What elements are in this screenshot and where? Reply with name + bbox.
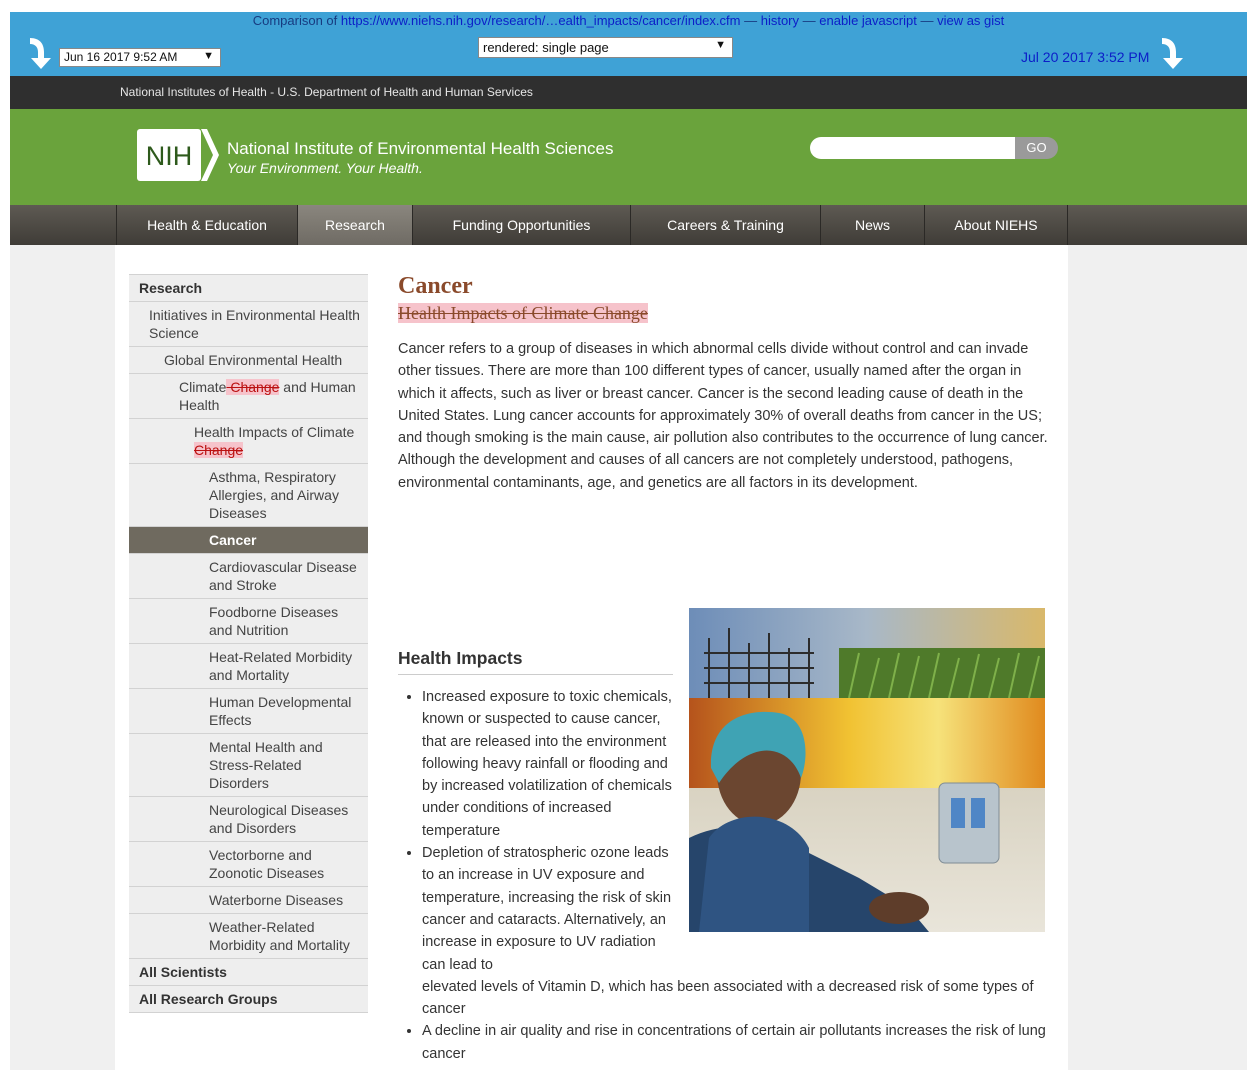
- list-item-text: Increased exposure to toxic chemicals, k…: [422, 689, 672, 839]
- left-date-select[interactable]: Jun 16 2017 9:52 AM ▼: [59, 48, 221, 67]
- sidebar-item-research[interactable]: Research: [129, 274, 368, 302]
- deleted-text: Change: [226, 379, 280, 395]
- nih-logo-text: NIH: [146, 141, 193, 171]
- site-tagline: Your Environment. Your Health.: [227, 160, 423, 176]
- sidebar-item-label: Health Impacts of Climate: [194, 424, 355, 440]
- sidebar-item-weather-related[interactable]: Weather-Related Morbidity and Mortality: [129, 914, 368, 959]
- nav-about-niehs[interactable]: About NIEHS: [925, 205, 1068, 245]
- sidebar-item-health-impacts[interactable]: Health Impacts of Climate Change: [129, 419, 368, 464]
- history-link[interactable]: history: [761, 13, 799, 28]
- nav-health-education[interactable]: Health & Education: [116, 205, 298, 245]
- view-as-gist-link[interactable]: view as gist: [937, 13, 1004, 28]
- search-input[interactable]: [810, 137, 1015, 159]
- list-item: Increased exposure to toxic chemicals, k…: [422, 686, 1048, 842]
- intro-paragraph: Cancer refers to a group of diseases in …: [398, 341, 1048, 491]
- sidebar-item-foodborne[interactable]: Foodborne Diseases and Nutrition: [129, 599, 368, 644]
- chevron-down-icon: ▼: [715, 39, 726, 51]
- deleted-text: Health Impacts of Climate Change: [398, 303, 648, 323]
- sidebar-item-all-scientists[interactable]: All Scientists: [129, 959, 368, 986]
- sidebar-item-cancer[interactable]: Cancer: [129, 527, 368, 554]
- chevron-down-icon: ▼: [203, 50, 214, 62]
- sidebar-nav: Research Initiatives in Environmental He…: [129, 274, 368, 1013]
- nav-funding-opportunities[interactable]: Funding Opportunities: [413, 205, 631, 245]
- next-version-arrow-icon[interactable]: [1156, 36, 1186, 70]
- hhs-bar: National Institutes of Health - U.S. Dep…: [10, 76, 1247, 109]
- hhs-text[interactable]: National Institutes of Health - U.S. Dep…: [120, 85, 533, 99]
- list-item-text: A decline in air quality and rise in con…: [422, 1023, 1046, 1062]
- sidebar-item-mental-health[interactable]: Mental Health and Stress-Related Disorde…: [129, 734, 368, 797]
- health-impacts-heading: Health Impacts: [398, 648, 673, 675]
- comparison-header: Comparison of https://www.niehs.nih.gov/…: [10, 13, 1247, 28]
- sidebar-item-waterborne[interactable]: Waterborne Diseases: [129, 887, 368, 914]
- deleted-text: Change: [194, 442, 244, 458]
- comparison-prefix: Comparison of: [252, 13, 338, 28]
- sidebar-item-heat-related[interactable]: Heat-Related Morbidity and Mortality: [129, 644, 368, 689]
- left-date-value: Jun 16 2017 9:52 AM: [64, 50, 178, 64]
- main-article: Cancer Health Impacts of Climate Change …: [398, 271, 1048, 1062]
- enable-javascript-link[interactable]: enable javascript: [819, 13, 917, 28]
- list-item-text: Depletion of stratospheric ozone leads t…: [422, 845, 672, 973]
- separator: —: [744, 13, 758, 28]
- separator: —: [802, 13, 816, 28]
- sidebar-item-neurological[interactable]: Neurological Diseases and Disorders: [129, 797, 368, 842]
- page-title: Cancer: [398, 273, 473, 299]
- separator: —: [920, 13, 934, 28]
- health-impacts-list: Increased exposure to toxic chemicals, k…: [398, 686, 1048, 1065]
- sidebar-item-human-developmental[interactable]: Human Developmental Effects: [129, 689, 368, 734]
- sidebar-item-climate-and-human-health[interactable]: Climate Change and Human Health: [129, 374, 368, 419]
- search-go-button[interactable]: GO: [1015, 137, 1058, 159]
- nav-careers-training[interactable]: Careers & Training: [631, 205, 821, 245]
- sidebar-item-global-environmental-health[interactable]: Global Environmental Health: [129, 347, 368, 374]
- list-item: A decline in air quality and rise in con…: [422, 1020, 1048, 1065]
- render-mode-value: rendered: single page: [483, 40, 609, 55]
- sidebar-item-cardiovascular[interactable]: Cardiovascular Disease and Stroke: [129, 554, 368, 599]
- site-title[interactable]: National Institute of Environmental Heal…: [227, 139, 613, 159]
- deleted-subtitle: Health Impacts of Climate Change: [398, 302, 1048, 324]
- browser-frame: Comparison of https://www.niehs.nih.gov/…: [10, 12, 1247, 1070]
- nav-research[interactable]: Research: [298, 205, 413, 245]
- sidebar-item-initiatives[interactable]: Initiatives in Environmental Health Scie…: [129, 302, 368, 347]
- render-mode-select[interactable]: rendered: single page ▼: [478, 37, 733, 58]
- sidebar-item-label: Climate: [179, 379, 227, 395]
- previous-version-arrow-icon[interactable]: [24, 36, 54, 70]
- right-date-link[interactable]: Jul 20 2017 3:52 PM: [1021, 49, 1149, 65]
- page-content: Research Initiatives in Environmental He…: [115, 245, 1068, 1070]
- sidebar-item-asthma[interactable]: Asthma, Respiratory Allergies, and Airwa…: [129, 464, 368, 527]
- list-item-text: elevated levels of Vitamin D, which has …: [422, 978, 1034, 1018]
- sidebar-item-vectorborne[interactable]: Vectorborne and Zoonotic Diseases: [129, 842, 368, 887]
- sidebar-item-all-research-groups[interactable]: All Research Groups: [129, 986, 368, 1013]
- page-url-link[interactable]: https://www.niehs.nih.gov/research/…ealt…: [341, 13, 741, 28]
- nih-logo[interactable]: NIH: [137, 129, 219, 181]
- main-nav: Health & Education Research Funding Oppo…: [10, 205, 1247, 245]
- list-item: Depletion of stratospheric ozone leads t…: [422, 842, 1048, 1020]
- nav-news[interactable]: News: [821, 205, 925, 245]
- site-header: NIH National Institute of Environmental …: [10, 109, 1247, 205]
- comparison-bar: Comparison of https://www.niehs.nih.gov/…: [10, 12, 1247, 76]
